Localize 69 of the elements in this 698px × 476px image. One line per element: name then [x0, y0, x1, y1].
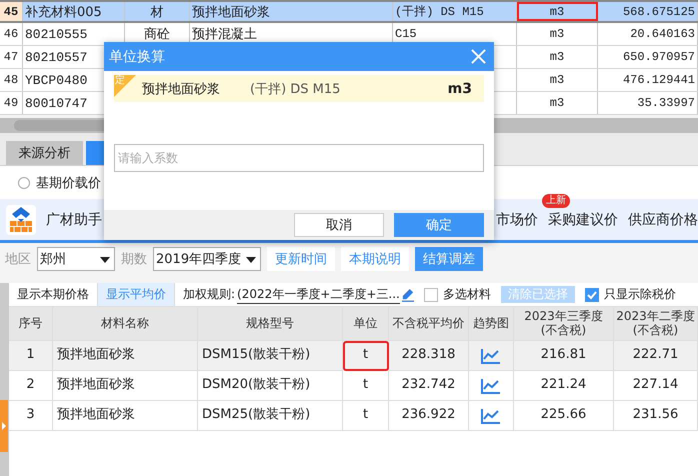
- table-cell: 材: [125, 2, 190, 21]
- table-cell: m3: [517, 2, 598, 21]
- trend-chart-icon[interactable]: [481, 378, 501, 394]
- trend-chart-icon[interactable]: [481, 408, 501, 424]
- table-cell: 预拌地面砂浆: [53, 341, 198, 371]
- table-cell: 227.14: [614, 371, 698, 401]
- table-cell: 232.742: [389, 371, 469, 401]
- material-spec: (干拌) DS M15: [250, 80, 340, 98]
- table-cell: m3: [517, 69, 598, 91]
- material-unit: m3: [448, 80, 472, 96]
- table-cell: DSM15(散装干粉): [198, 341, 343, 371]
- table-cell: 预拌地面砂浆: [53, 371, 198, 401]
- table-cell: 2: [9, 371, 53, 401]
- checkbox[interactable]: [424, 288, 438, 302]
- table-cell: 236.922: [389, 401, 469, 431]
- checkbox[interactable]: [584, 288, 599, 302]
- region-label: 地区: [5, 251, 31, 268]
- table-cell: 221.24: [514, 371, 614, 401]
- caret-icon: [246, 257, 256, 263]
- coefficient-input[interactable]: 请输入系数: [114, 144, 484, 172]
- caret-icon: [100, 257, 110, 263]
- table-cell: (干拌) DS M15: [393, 2, 517, 21]
- table-cell: t: [343, 401, 389, 431]
- material-name: 预拌地面砂浆: [142, 80, 220, 98]
- checkbox-label: 只显示除税价: [604, 286, 676, 303]
- table-cell: 222.71: [614, 341, 698, 371]
- expand-handle[interactable]: [0, 400, 8, 452]
- period-label: 期数: [121, 251, 147, 268]
- period-dropdown[interactable]: 2019年四季度: [153, 247, 261, 271]
- new-badge: 上新: [542, 194, 570, 208]
- table-cell: 568.675125: [598, 2, 698, 21]
- edit-icon[interactable]: [402, 288, 414, 302]
- close-icon[interactable]: [471, 49, 486, 64]
- assistant-tab[interactable]: 采购建议价: [548, 212, 618, 228]
- table-cell: m3: [517, 92, 598, 114]
- table-cell: 35.33997: [598, 92, 698, 114]
- table-cell: t: [343, 341, 389, 371]
- logo-icon: [6, 204, 36, 234]
- region-dropdown[interactable]: 郑州: [37, 247, 115, 271]
- table-cell: 预拌地面砂浆: [190, 2, 393, 21]
- table-cell: t: [343, 371, 389, 401]
- table-cell: 650.970957: [598, 46, 698, 68]
- table-cell: 216.81: [514, 341, 614, 371]
- radio-button[interactable]: [18, 176, 30, 188]
- table-cell: 3: [9, 401, 53, 431]
- dialog-button[interactable]: 取消: [294, 213, 384, 237]
- row-number: 45: [0, 2, 23, 21]
- checkbox-label: 多选材料: [442, 286, 491, 303]
- table-cell: 476.129441: [598, 69, 698, 91]
- assistant-title: 广材助手: [46, 210, 102, 228]
- table-cell: m3: [517, 23, 598, 45]
- assistant-tab[interactable]: 市场价: [496, 212, 538, 228]
- table-cell: m3: [517, 46, 598, 68]
- weight-rule-value: (2022年一季度+二季度+三...: [237, 286, 400, 304]
- table-cell: 231.56: [614, 401, 698, 431]
- weight-rule-label: 加权规则:: [183, 286, 236, 303]
- table-cell: DSM20(散装干粉): [198, 371, 343, 401]
- column-header: 单位: [343, 307, 389, 341]
- table-cell: DSM25(散装干粉): [198, 401, 343, 431]
- trend-chart-icon[interactable]: [481, 348, 501, 364]
- assistant-tab[interactable]: 供应商价格: [628, 212, 698, 228]
- table-cell: 228.318: [389, 341, 469, 371]
- table-cell: 预拌地面砂浆: [53, 401, 198, 431]
- table-cell: 225.66: [514, 401, 614, 431]
- table-cell: 20.640163: [598, 23, 698, 45]
- table-cell: 1: [9, 341, 53, 371]
- table-cell: 补充材料005: [23, 2, 125, 21]
- radio-label: 基期价载价: [36, 174, 101, 192]
- tab[interactable]: 来源分析: [6, 141, 83, 165]
